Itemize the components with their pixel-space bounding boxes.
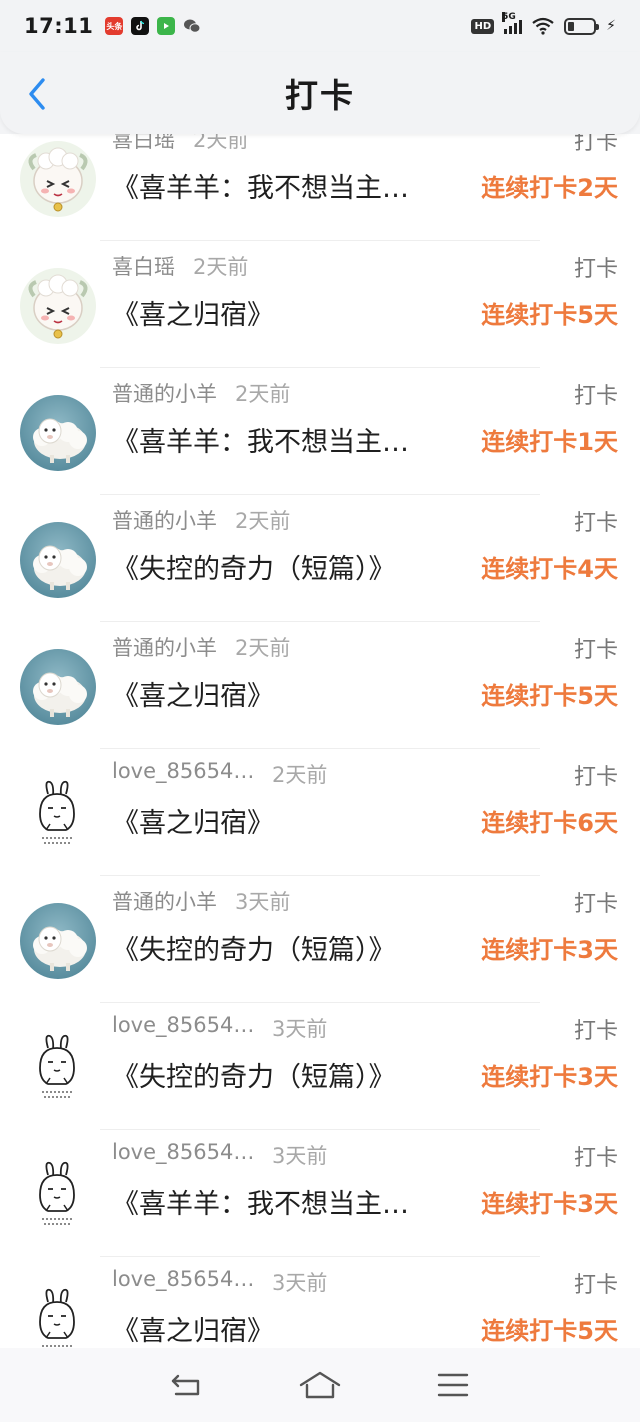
checkin-row[interactable]: 喜白瑶 2天前 打卡《喜之归宿》 连续打卡5天 bbox=[0, 241, 640, 368]
book-title[interactable]: 《喜之归宿》 bbox=[112, 674, 274, 713]
post-time: 3天前 bbox=[235, 890, 291, 914]
status-time: 17:11 bbox=[24, 14, 94, 38]
chevron-left-icon bbox=[29, 78, 45, 110]
user-avatar[interactable] bbox=[20, 1030, 96, 1106]
user-avatar[interactable] bbox=[20, 649, 96, 725]
post-time: 2天前 bbox=[193, 134, 249, 152]
checkin-label: 打卡 bbox=[573, 257, 618, 282]
book-title[interactable]: 《喜之归宿》 bbox=[112, 293, 274, 332]
user-avatar[interactable] bbox=[20, 1284, 96, 1348]
system-nav-bar bbox=[0, 1348, 640, 1422]
checkin-label: 打卡 bbox=[573, 134, 618, 155]
video-app-icon bbox=[157, 17, 176, 35]
streak-count: 连续打卡4天 bbox=[481, 555, 618, 583]
user-name[interactable]: 普通的小羊 bbox=[112, 378, 217, 408]
checkin-label: 打卡 bbox=[573, 511, 618, 536]
book-title[interactable]: 《喜之归宿》 bbox=[112, 1309, 274, 1348]
user-name[interactable]: 普通的小羊 bbox=[112, 886, 217, 916]
battery-icon bbox=[564, 17, 600, 35]
return-icon bbox=[171, 1374, 199, 1396]
book-title[interactable]: 《喜羊羊：我不想当主… bbox=[112, 420, 409, 459]
streak-count: 连续打卡3天 bbox=[481, 936, 618, 964]
hd-badge: HD bbox=[471, 18, 495, 34]
user-avatar[interactable] bbox=[20, 395, 96, 471]
checkin-row[interactable]: love_85654… 3天前 打卡《喜之归宿》 连续打卡5天 bbox=[0, 1257, 640, 1348]
home-icon bbox=[299, 1371, 341, 1399]
user-avatar[interactable] bbox=[20, 903, 96, 979]
back-button[interactable] bbox=[22, 76, 52, 112]
user-name[interactable]: love_85654… bbox=[112, 1140, 254, 1164]
checkin-list[interactable]: 喜白瑶 2天前 打卡 《喜羊羊：我不想当主… 连续打卡2天 喜白瑶 2天前 打卡 《喜之归宿》… bbox=[0, 134, 640, 1348]
checkin-row[interactable]: love_85654… 2天前 打卡《喜之归宿》 连续打卡6天 bbox=[0, 749, 640, 876]
post-time: 2天前 bbox=[235, 636, 291, 660]
user-name[interactable]: 普通的小羊 bbox=[112, 505, 217, 535]
news-app-icon: 头条 bbox=[105, 17, 124, 35]
tiktok-icon bbox=[131, 17, 150, 35]
book-title[interactable]: 《失控的奇力（短篇）》 bbox=[112, 547, 396, 586]
book-title[interactable]: 《失控的奇力（短篇）》 bbox=[112, 1055, 396, 1094]
streak-count: 连续打卡6天 bbox=[481, 809, 618, 837]
charging-icon: ⚡ bbox=[606, 18, 616, 34]
status-bar: 17:11 头条 HD 5G ⚡ bbox=[0, 0, 640, 52]
user-avatar[interactable] bbox=[20, 268, 96, 344]
checkin-label: 打卡 bbox=[573, 1146, 618, 1171]
checkin-label: 打卡 bbox=[573, 1273, 618, 1298]
post-time: 2天前 bbox=[272, 763, 328, 787]
checkin-row[interactable]: love_85654… 3天前 打卡《失控的奇力（短篇）》 连续打卡3天 bbox=[0, 1003, 640, 1130]
user-name[interactable]: love_85654… bbox=[112, 1267, 254, 1291]
book-title[interactable]: 《喜羊羊：我不想当主… bbox=[112, 1182, 409, 1221]
checkin-label: 打卡 bbox=[573, 638, 618, 663]
signal-icon: 5G bbox=[502, 12, 523, 34]
status-indicators: HD 5G ⚡ bbox=[471, 12, 616, 35]
post-time: 2天前 bbox=[235, 509, 291, 533]
user-name[interactable]: 喜白瑶 bbox=[112, 134, 175, 154]
page-header: 打卡 bbox=[0, 52, 640, 134]
streak-count: 连续打卡1天 bbox=[481, 428, 618, 456]
user-name[interactable]: 普通的小羊 bbox=[112, 632, 217, 662]
page-title: 打卡 bbox=[285, 76, 355, 115]
streak-count: 连续打卡5天 bbox=[481, 301, 618, 329]
user-avatar[interactable] bbox=[20, 141, 96, 217]
streak-count: 连续打卡3天 bbox=[481, 1190, 618, 1218]
wifi-icon bbox=[532, 17, 554, 35]
checkin-row[interactable]: 喜白瑶 2天前 打卡《喜羊羊：我不想当主… 连续打卡2天 bbox=[0, 134, 640, 241]
book-title[interactable]: 《喜之归宿》 bbox=[112, 801, 274, 840]
post-time: 3天前 bbox=[272, 1271, 328, 1295]
streak-count: 连续打卡2天 bbox=[481, 174, 618, 202]
post-time: 2天前 bbox=[235, 382, 291, 406]
user-avatar[interactable] bbox=[20, 522, 96, 598]
streak-count: 连续打卡3天 bbox=[481, 1063, 618, 1091]
user-avatar[interactable] bbox=[20, 776, 96, 852]
menu-icon bbox=[438, 1373, 469, 1397]
checkin-row[interactable]: love_85654… 3天前 打卡《喜羊羊：我不想当主… 连续打卡3天 bbox=[0, 1130, 640, 1257]
post-time: 2天前 bbox=[193, 255, 249, 279]
streak-count: 连续打卡5天 bbox=[481, 682, 618, 710]
checkin-row[interactable]: 普通的小羊 2天前 打卡《失控的奇力（短篇）》 连续打卡4天 bbox=[0, 495, 640, 622]
book-title[interactable]: 《喜羊羊：我不想当主… bbox=[112, 166, 409, 205]
checkin-label: 打卡 bbox=[573, 765, 618, 790]
nav-back-button[interactable] bbox=[165, 1363, 209, 1407]
wechat-icon bbox=[183, 17, 201, 35]
nav-menu-button[interactable] bbox=[431, 1363, 475, 1407]
checkin-row[interactable]: 普通的小羊 2天前 打卡《喜羊羊：我不想当主… 连续打卡1天 bbox=[0, 368, 640, 495]
streak-count: 连续打卡5天 bbox=[481, 1317, 618, 1345]
checkin-row[interactable]: 普通的小羊 2天前 打卡《喜之归宿》 连续打卡5天 bbox=[0, 622, 640, 749]
user-name[interactable]: 喜白瑶 bbox=[112, 251, 175, 281]
checkin-label: 打卡 bbox=[573, 892, 618, 917]
post-time: 3天前 bbox=[272, 1017, 328, 1041]
user-name[interactable]: love_85654… bbox=[112, 759, 254, 783]
post-time: 3天前 bbox=[272, 1144, 328, 1168]
user-avatar[interactable] bbox=[20, 1157, 96, 1233]
checkin-row[interactable]: 普通的小羊 3天前 打卡《失控的奇力（短篇）》 连续打卡3天 bbox=[0, 876, 640, 1003]
checkin-label: 打卡 bbox=[573, 1019, 618, 1044]
nav-home-button[interactable] bbox=[298, 1363, 342, 1407]
checkin-label: 打卡 bbox=[573, 384, 618, 409]
book-title[interactable]: 《失控的奇力（短篇）》 bbox=[112, 928, 396, 967]
status-app-icons: 头条 bbox=[105, 17, 201, 35]
user-name[interactable]: love_85654… bbox=[112, 1013, 254, 1037]
network-type: 5G bbox=[502, 12, 516, 22]
